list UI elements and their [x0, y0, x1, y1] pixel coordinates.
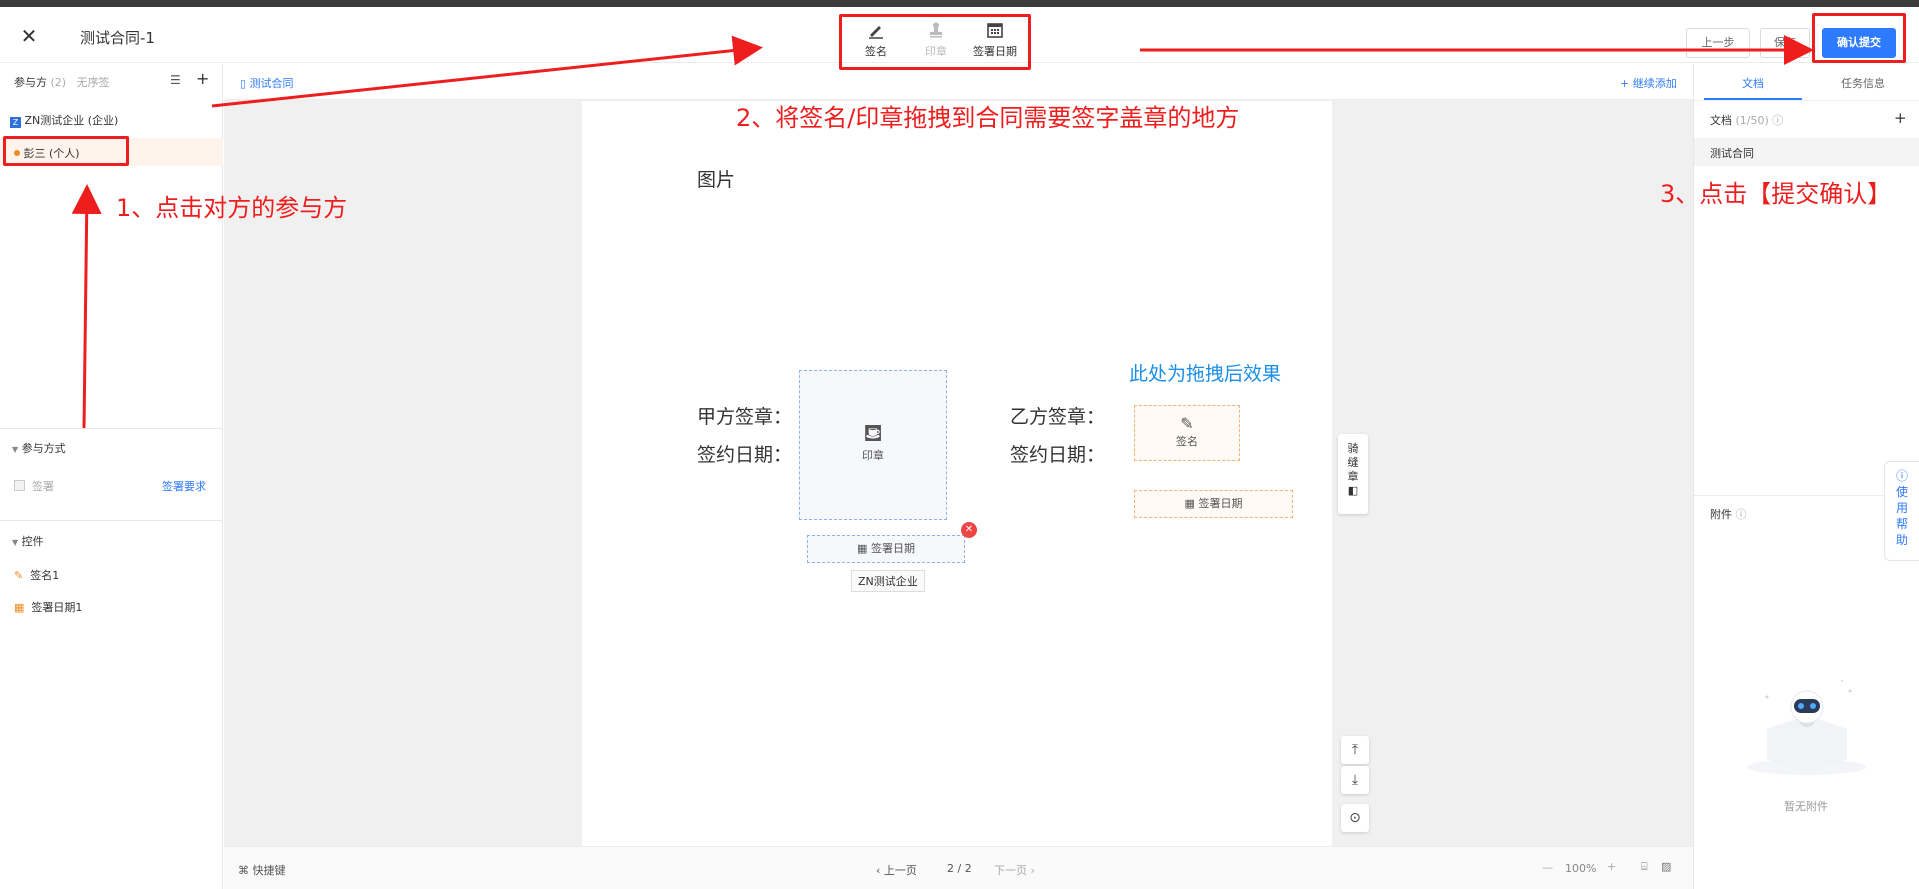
annotation-arrows — [71, 35, 1814, 429]
annotation-step1: 1、点击对方的参与方 — [116, 194, 348, 222]
annotation-drag-effect: 此处为拖拽后效果 — [1129, 363, 1282, 385]
annotation-step2: 2、将签名/印章拖拽到合同需要签字盖章的地方 — [736, 104, 1240, 132]
annotation-step3: 3、点击【提交确认】 — [1660, 180, 1892, 208]
